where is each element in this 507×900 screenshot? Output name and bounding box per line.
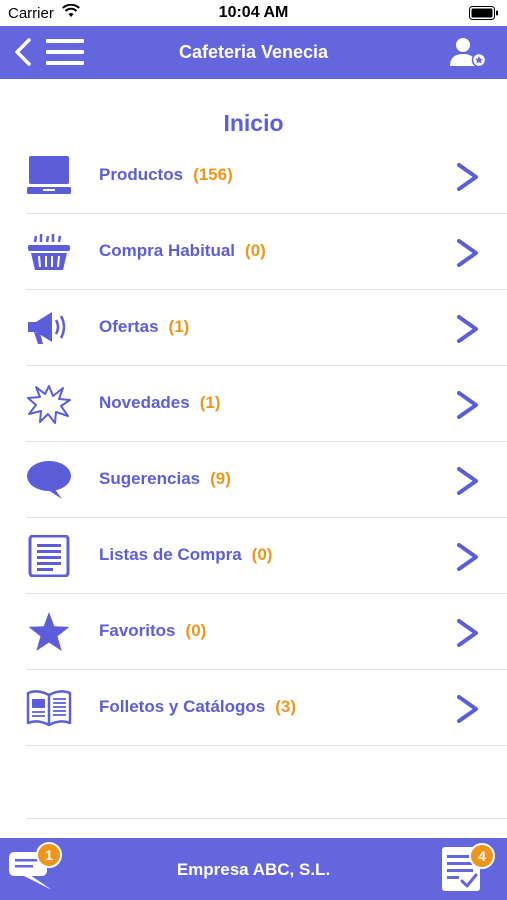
chat-bubble-icon bbox=[8, 852, 54, 896]
menu-item-label: Novedades (1) bbox=[99, 393, 221, 412]
page-title: Inicio bbox=[223, 110, 284, 136]
menu-item-count: (0) bbox=[245, 241, 266, 260]
menu-item-label: Compra Habitual (0) bbox=[99, 241, 266, 260]
speech-bubble-icon bbox=[26, 457, 72, 503]
menu-list: Productos (156) Compra Habitual (0) Oferta… bbox=[26, 138, 507, 746]
orders-badge: 4 bbox=[469, 843, 495, 869]
menu-item-novedades[interactable]: Novedades (1) bbox=[26, 366, 507, 442]
menu-item-listas-de-compra[interactable]: Listas de Compra (0) bbox=[26, 518, 507, 594]
chevron-right-icon bbox=[455, 466, 481, 501]
company-name: Empresa ABC, S.L. bbox=[176, 860, 331, 879]
status-time: 10:04 AM bbox=[218, 4, 289, 21]
status-bar: Carrier 10:04 AM bbox=[0, 0, 507, 26]
footer-divider bbox=[26, 818, 507, 819]
menu-item-favoritos[interactable]: Favoritos (0) bbox=[26, 594, 507, 670]
menu-item-count: (1) bbox=[168, 317, 190, 336]
menu-item-ofertas[interactable]: Ofertas (1) bbox=[26, 290, 507, 366]
menu-item-label: Productos (156) bbox=[99, 165, 233, 184]
menu-item-folletos-y-catalogos[interactable]: Folletos y Catálogos (3) bbox=[26, 670, 507, 746]
menu-item-count: (1) bbox=[199, 393, 221, 412]
menu-item-label: Favoritos (0) bbox=[99, 621, 207, 640]
menu-item-label: Sugerencias (9) bbox=[99, 469, 231, 488]
menu-item-label: Listas de Compra (0) bbox=[99, 545, 273, 564]
order-list-icon bbox=[441, 847, 481, 896]
menu-item-sugerencias[interactable]: Sugerencias (9) bbox=[26, 442, 507, 518]
user-profile-icon[interactable] bbox=[449, 36, 487, 73]
chevron-right-icon bbox=[455, 238, 481, 273]
bottom-bar: 1 Empresa ABC, S.L. 4 bbox=[0, 838, 507, 900]
nav-title: Cafeteria Venecia bbox=[178, 42, 329, 62]
menu-item-label: Ofertas (1) bbox=[99, 317, 190, 336]
list-document-icon bbox=[26, 533, 72, 579]
menu-item-count: (156) bbox=[193, 165, 233, 184]
menu-item-compra-habitual[interactable]: Compra Habitual (0) bbox=[26, 214, 507, 290]
menu-item-productos[interactable]: Productos (156) bbox=[26, 138, 507, 214]
menu-item-count: (0) bbox=[251, 545, 273, 564]
chevron-right-icon bbox=[455, 314, 481, 349]
menu-item-count: (3) bbox=[275, 697, 297, 716]
basket-icon bbox=[26, 229, 72, 275]
laptop-icon bbox=[26, 153, 72, 199]
menu-item-count: (0) bbox=[185, 621, 207, 640]
menu-item-count: (9) bbox=[210, 469, 231, 488]
chevron-right-icon bbox=[455, 162, 481, 197]
nav-bar: Cafeteria Venecia bbox=[0, 26, 507, 79]
chevron-right-icon bbox=[455, 618, 481, 653]
chevron-right-icon bbox=[455, 694, 481, 729]
chevron-right-icon bbox=[455, 390, 481, 425]
star-icon bbox=[26, 609, 72, 655]
starburst-icon bbox=[26, 381, 72, 427]
chevron-right-icon bbox=[455, 542, 481, 577]
battery-icon bbox=[469, 6, 499, 25]
megaphone-icon bbox=[26, 305, 72, 351]
open-book-icon bbox=[26, 685, 72, 731]
menu-item-label: Folletos y Catálogos (3) bbox=[99, 697, 297, 716]
